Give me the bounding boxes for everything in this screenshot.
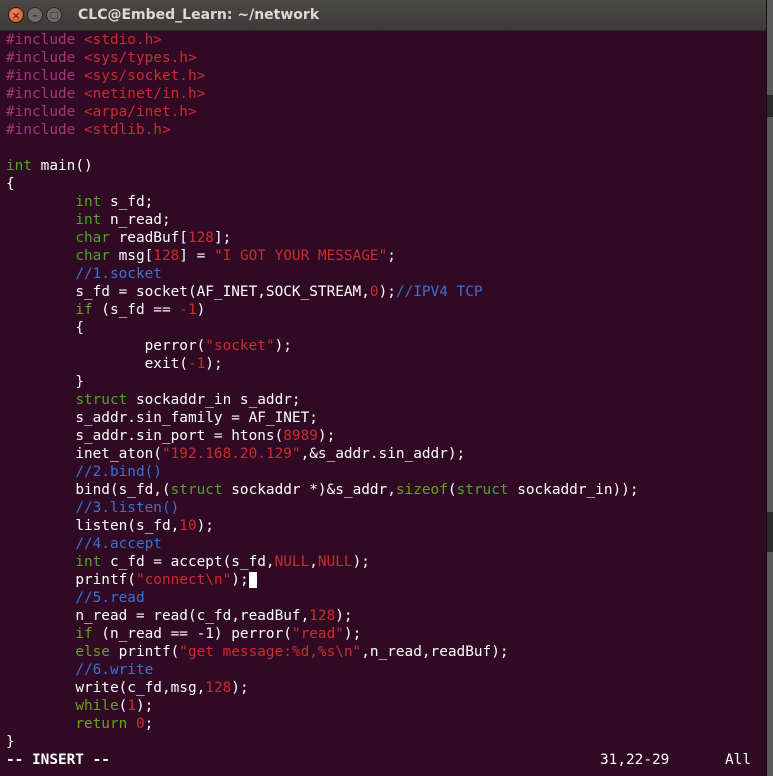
code-line: } [75, 374, 84, 390]
desktop-edge-fragment [767, 512, 773, 552]
code-line: #include <stdlib.h> [6, 122, 171, 138]
code-line: //2.bind() [75, 464, 162, 480]
code-line: perror("socket"); [144, 338, 292, 354]
scroll-indicator: All [725, 752, 751, 768]
code-line: #include <sys/types.h> [6, 50, 197, 66]
code-line: { [6, 176, 15, 192]
code-line: #include <netinet/in.h> [6, 86, 206, 102]
terminal-window: × – □ CLC@Embed_Learn: ~/network #includ… [0, 0, 767, 776]
cursor-position: 31,22-29 [600, 752, 670, 768]
code-line: return 0; [75, 716, 154, 732]
code-line: while(1); [75, 698, 154, 714]
code-line: #include <stdio.h> [6, 32, 162, 48]
code-line: #include <arpa/inet.h> [6, 104, 197, 120]
code-line: //1.socket [75, 266, 162, 282]
code-line: s_addr.sin_family = AF_INET; [75, 410, 318, 426]
code-line: exit(-1); [144, 356, 223, 372]
code-line: } [6, 734, 15, 750]
code-line: inet_aton("192.168.20.129",&s_addr.sin_a… [75, 446, 466, 462]
close-icon[interactable]: × [8, 7, 24, 23]
title-bar[interactable]: × – □ CLC@Embed_Learn: ~/network [0, 0, 766, 31]
code-line: printf("connect\n"); [6, 571, 257, 589]
code-line: listen(s_fd,10); [75, 518, 214, 534]
code-line: bind(s_fd,(struct sockaddr *)&s_addr,siz… [75, 482, 639, 498]
text-cursor [248, 572, 257, 588]
code-line: s_addr.sin_port = htons(8989); [75, 428, 336, 444]
code-line: int n_read; [75, 212, 171, 228]
code-line: struct sockaddr_in s_addr; [75, 392, 301, 408]
code-line: //5.read [75, 590, 145, 606]
code-line: n_read = read(c_fd,readBuf,128); [75, 608, 353, 624]
code-line: write(c_fd,msg,128); [75, 680, 249, 696]
code-line: //4.accept [75, 536, 162, 552]
code-line: //6.write [75, 662, 154, 678]
code-line: else printf("get message:%d,%s\n",n_read… [75, 644, 509, 660]
code-line: { [75, 320, 84, 336]
code-line: int main() [6, 158, 93, 174]
maximize-icon[interactable]: □ [46, 7, 62, 23]
code-line: s_fd = socket(AF_INET,SOCK_STREAM,0);//I… [75, 284, 483, 300]
window-title: CLC@Embed_Learn: ~/network [78, 7, 320, 23]
vim-editor[interactable]: #include <stdio.h> #include <sys/types.h… [0, 31, 766, 776]
code-line: if (n_read == -1) perror("read"); [75, 626, 362, 642]
code-line: int c_fd = accept(s_fd,NULL,NULL); [75, 554, 370, 570]
minimize-icon[interactable]: – [27, 7, 43, 23]
vim-mode-indicator: -- INSERT -- [6, 752, 110, 768]
code-line: int s_fd; [75, 194, 154, 210]
code-line: if (s_fd == -1) [75, 302, 206, 318]
code-line: char readBuf[128]; [75, 230, 232, 246]
code-line: //3.listen() [75, 500, 180, 516]
desktop-edge-fragment [767, 95, 773, 117]
code-line: char msg[128] = "I GOT YOUR MESSAGE"; [75, 248, 396, 264]
code-line: #include <sys/socket.h> [6, 68, 206, 84]
